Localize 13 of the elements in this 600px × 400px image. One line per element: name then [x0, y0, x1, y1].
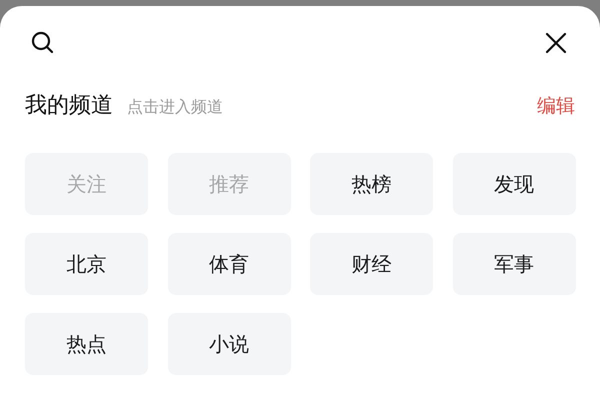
channel-button[interactable]: 热榜: [310, 153, 433, 215]
channel-button[interactable]: 发现: [452, 153, 576, 215]
channel-button[interactable]: 军事: [452, 233, 576, 295]
section-title: 我的频道: [25, 92, 113, 120]
section-hint: 点击进入频道: [127, 97, 223, 118]
channel-button[interactable]: 体育: [168, 233, 290, 295]
edit-button[interactable]: 编辑: [537, 93, 575, 119]
channel-button[interactable]: 小说: [168, 313, 290, 375]
channel-button[interactable]: 财经: [310, 233, 433, 295]
channel-button[interactable]: 北京: [25, 233, 148, 295]
search-icon[interactable]: [31, 31, 55, 55]
channel-button[interactable]: 热点: [25, 313, 148, 375]
close-icon[interactable]: [545, 32, 567, 54]
